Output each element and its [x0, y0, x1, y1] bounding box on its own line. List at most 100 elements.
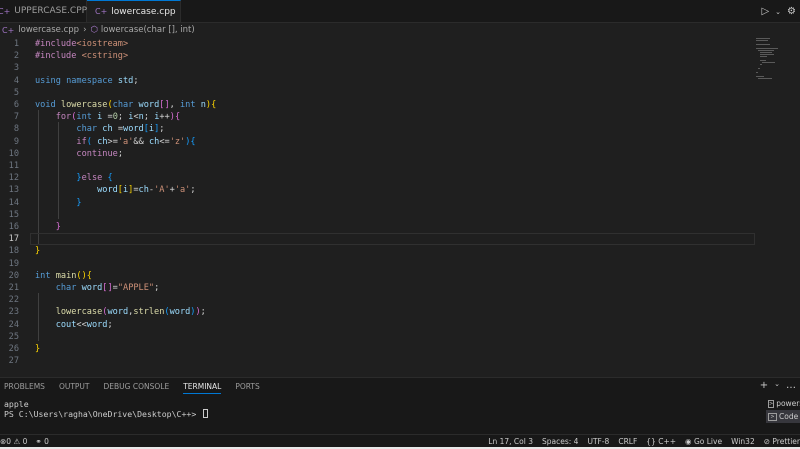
code-line[interactable]: 3 [0, 62, 760, 74]
code-line[interactable]: 19 [0, 258, 760, 270]
code-line[interactable]: 6 void lowercase(char word[], int n){ [0, 99, 760, 111]
tab-terminal[interactable]: TERMINAL [183, 382, 222, 394]
run-icon[interactable]: ▷ [761, 6, 769, 17]
prettier-status[interactable]: ⊘ Prettier [764, 437, 800, 446]
problems-status[interactable]: ⊗0 ⚠ 0 [0, 437, 27, 446]
line-number: 10 [8, 148, 19, 159]
breadcrumb-file[interactable]: lowercase.cpp [18, 25, 79, 35]
tab-output[interactable]: OUTPUT [59, 382, 90, 394]
warning-icon: ⚠ [13, 436, 21, 446]
terminal-prompt-line[interactable]: PS C:\Users\ragha\OneDrive\Desktop\C++> [4, 409, 209, 419]
code-line[interactable]: 9 if( ch>='a'&& ch<='z'){ [0, 136, 760, 148]
status-bar: ⊗0 ⚠ 0 ⚭ 0 Ln 17, Col 3 Spaces: 4 UTF-8 … [0, 434, 800, 447]
prettier-label: Prettier [772, 436, 800, 446]
terminal-item-powershell[interactable]: > powershell [766, 397, 800, 410]
line-number: 8 [13, 124, 19, 135]
code-line[interactable]: 17 [0, 233, 760, 245]
code-line[interactable]: 21 char word[]="APPLE"; [0, 282, 760, 294]
line-number: 20 [8, 270, 19, 281]
tab-uppercase-cpp[interactable]: C+ UPPERCASE.CPP [0, 0, 87, 22]
code-line[interactable]: 2 #include <cstring> [0, 50, 760, 62]
language-mode[interactable]: {} C++ [646, 437, 676, 446]
line-number: 4 [13, 75, 19, 86]
terminal-icon: > [768, 412, 777, 421]
indentation[interactable]: Spaces: 4 [542, 437, 578, 446]
code-line[interactable]: 25 [0, 331, 760, 343]
line-number: 1 [13, 39, 19, 49]
cpp-file-icon: C+ [95, 7, 108, 16]
terminal-item-label: powershell [776, 399, 800, 408]
code-line[interactable]: 16 } [0, 221, 760, 233]
terminal-item-code[interactable]: > Code [766, 410, 800, 423]
code-line[interactable]: 22 [0, 294, 760, 306]
line-number: 26 [8, 344, 19, 354]
code-text: word[i]=ch-'A'+'a'; [97, 185, 196, 196]
chevron-down-icon[interactable]: ⌄ [775, 8, 781, 16]
braces-icon: {} [646, 436, 656, 446]
ports-status[interactable]: ⚭ 0 [35, 437, 48, 446]
tab-ports[interactable]: PORTS [235, 382, 259, 394]
code-line[interactable]: 23 lowercase(word,strlen(word)); [0, 306, 760, 318]
broadcast-icon: ◉ [685, 436, 692, 446]
line-number: 16 [8, 222, 19, 232]
gear-icon[interactable]: ⚙ [787, 6, 796, 17]
line-number: 18 [8, 246, 19, 257]
line-number: 27 [8, 356, 19, 367]
add-terminal-icon[interactable]: + [760, 380, 768, 391]
code-line[interactable]: 8 char ch =word[i]; [0, 123, 760, 135]
tab-label: lowercase.cpp [111, 6, 176, 17]
code-text: void lowercase(char word[], int n){ [35, 100, 217, 110]
code-line[interactable]: 1 #include<iostream> [0, 38, 760, 50]
line-number: 6 [13, 100, 19, 110]
tab-problems[interactable]: PROBLEMS [4, 382, 45, 394]
code-text: using namespace std; [35, 75, 139, 86]
cursor-position[interactable]: Ln 17, Col 3 [488, 437, 533, 446]
terminal-cursor [203, 409, 209, 418]
code-line[interactable]: 4 using namespace std; [0, 75, 760, 87]
tab-lowercase-cpp[interactable]: C+ lowercase.cpp [87, 0, 181, 22]
code-editor[interactable]: 1 #include<iostream> 2 #include <cstring> 3 4… [0, 37, 800, 375]
ports-count: 0 [44, 436, 49, 446]
more-icon[interactable]: … [786, 380, 796, 391]
chevron-down-icon[interactable]: ⌄ [774, 380, 780, 391]
code-line[interactable]: 12 }else { [0, 172, 760, 184]
encoding[interactable]: UTF-8 [587, 437, 609, 446]
code-line[interactable]: 20 int main(){ [0, 270, 760, 282]
code-text: } [55, 222, 61, 232]
error-count: 0 [6, 436, 12, 446]
code-text: char ch =word[i]; [76, 124, 165, 135]
line-ending[interactable]: CRLF [618, 437, 637, 446]
code-line[interactable]: 13 word[i]=ch-'A'+'a'; [0, 184, 760, 196]
terminal-icon: > [768, 399, 775, 408]
tab-label: UPPERCASE.CPP [14, 6, 88, 16]
go-live-button[interactable]: ◉ Go Live [685, 437, 722, 446]
code-line[interactable]: 11 [0, 160, 760, 172]
code-text: cout<<word; [55, 319, 113, 330]
tab-debug-console[interactable]: DEBUG CONSOLE [104, 382, 170, 394]
minimap[interactable] [756, 37, 786, 79]
line-number: 24 [8, 319, 19, 330]
chevron-right-icon: › [83, 25, 87, 35]
code-text: }else { [76, 173, 113, 184]
code-text: lowercase(word,strlen(word)); [55, 307, 206, 318]
warning-count: 0 [22, 436, 28, 446]
code-line[interactable]: 24 cout<<word; [0, 319, 760, 331]
breadcrumb-symbol[interactable]: lowercase(char [], int) [101, 25, 195, 35]
no-entry-icon: ⊘ [763, 436, 771, 446]
platform[interactable]: Win32 [731, 437, 755, 446]
code-text: for(int i =0; i<n; i++){ [55, 112, 181, 123]
code-line[interactable]: 5 [0, 87, 760, 99]
line-number: 25 [8, 331, 19, 342]
code-line[interactable]: 7 for(int i =0; i<n; i++){ [0, 111, 760, 123]
line-number: 17 [8, 234, 19, 245]
code-text: int main(){ [35, 270, 92, 281]
code-line[interactable]: 27 [0, 355, 760, 367]
code-line[interactable]: 10 continue; [0, 148, 760, 160]
code-line[interactable]: 18} [0, 245, 760, 257]
code-line[interactable]: 14 } [0, 197, 760, 209]
line-number: 13 [8, 185, 19, 196]
cpp-file-icon: C+ [2, 25, 15, 35]
code-line[interactable]: 15 [0, 209, 760, 221]
line-number: 15 [8, 209, 19, 220]
code-line[interactable]: 26} [0, 343, 760, 355]
